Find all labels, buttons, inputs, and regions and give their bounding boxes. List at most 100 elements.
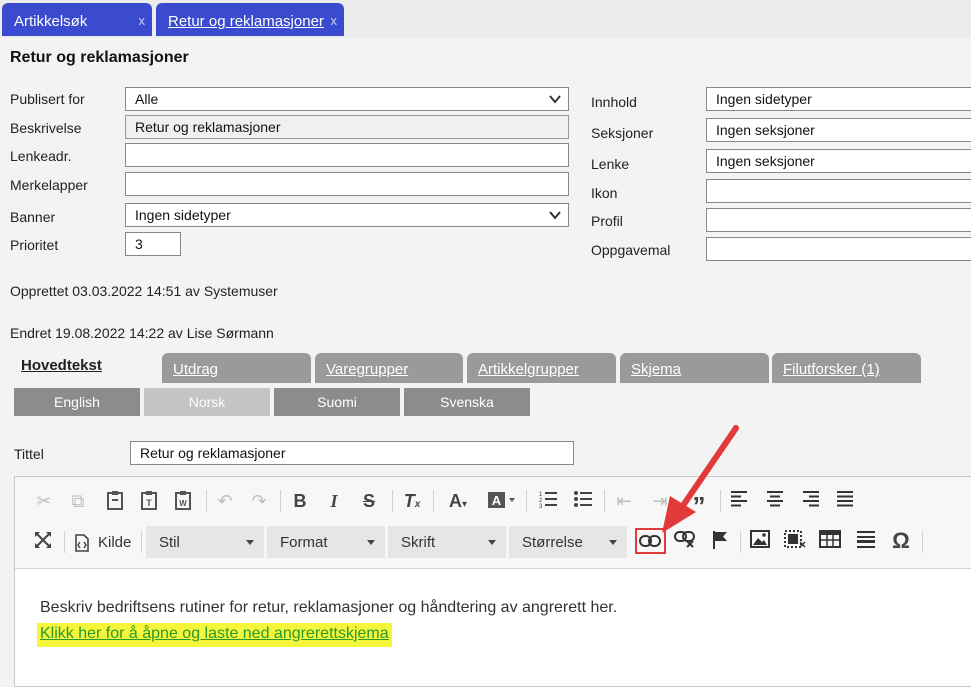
svg-text:3: 3: [539, 504, 543, 509]
ikon-label: Ikon: [591, 185, 618, 201]
size-combo[interactable]: Størrelse: [509, 526, 627, 558]
editor-body-text: Beskriv bedriftsens rutiner for retur, r…: [40, 599, 618, 616]
svg-text:T: T: [146, 498, 152, 508]
toolbar-separator: [206, 490, 207, 512]
innhold-select[interactable]: Ingen sidetyper: [706, 87, 971, 111]
copy-icon[interactable]: ⧉: [66, 489, 90, 513]
text-color-icon[interactable]: A▾: [441, 489, 475, 513]
profil-input[interactable]: [706, 208, 971, 232]
oppgavemal-input[interactable]: [706, 237, 971, 261]
maximize-icon[interactable]: [31, 530, 55, 554]
subtab-label: Varegrupper: [326, 361, 409, 378]
tittel-value: Retur og reklamasjoner: [140, 445, 286, 461]
subtab-varegrupper[interactable]: Varegrupper: [315, 353, 463, 383]
subtab-hovedtekst[interactable]: Hovedtekst: [10, 348, 158, 383]
seksjoner-label: Seksjoner: [591, 125, 654, 141]
background-color-icon[interactable]: A: [485, 489, 519, 513]
lenkeadr-input[interactable]: [125, 143, 569, 167]
bullet-list-icon[interactable]: [571, 489, 595, 513]
size-combo-label: Størrelse: [522, 534, 583, 551]
flash-media-icon[interactable]: [783, 530, 807, 554]
outdent-icon[interactable]: ⇤: [612, 489, 636, 513]
subtab-label: Utdrag: [173, 361, 219, 378]
banner-label: Banner: [10, 209, 56, 225]
changed-info: Endret 19.08.2022 14:22 av Lise Sørmann: [10, 325, 274, 341]
seksjoner-value: Ingen seksjoner: [716, 122, 815, 138]
seksjoner-select[interactable]: Ingen seksjoner: [706, 118, 971, 142]
font-combo[interactable]: Skrift: [388, 526, 506, 558]
subtab-label: Skjema: [631, 361, 682, 378]
svg-text:A: A: [492, 493, 502, 508]
font-combo-label: Skrift: [401, 534, 436, 551]
align-center-icon[interactable]: [763, 489, 787, 513]
lang-english-button[interactable]: English: [14, 388, 140, 416]
innhold-label: Innhold: [591, 94, 637, 110]
italic-icon[interactable]: I: [322, 489, 346, 513]
subtab-label: Artikkelgrupper: [478, 361, 579, 378]
caret-down-icon: [488, 540, 496, 545]
prioritet-input[interactable]: 3: [125, 232, 181, 256]
tab-retur-og-reklamasjoner[interactable]: Retur og reklamasjoner x: [156, 3, 344, 36]
prioritet-value: 3: [135, 236, 143, 252]
caret-down-icon: [246, 540, 254, 545]
bold-icon[interactable]: B: [288, 489, 312, 513]
caret-down-icon: [609, 540, 617, 545]
lang-norsk-button[interactable]: Norsk: [144, 388, 270, 416]
image-icon[interactable]: [748, 530, 772, 554]
banner-select[interactable]: Ingen sidetyper: [125, 203, 569, 227]
lang-suomi-button[interactable]: Suomi: [274, 388, 400, 416]
subtab-artikkelgrupper[interactable]: Artikkelgrupper: [467, 353, 616, 383]
format-combo[interactable]: Format: [267, 526, 385, 558]
tab-artikkelsok[interactable]: Artikkelsøk x: [2, 3, 152, 36]
redo-icon[interactable]: ↷: [247, 489, 271, 513]
style-combo[interactable]: Stil: [146, 526, 264, 558]
tittel-input[interactable]: Retur og reklamasjoner: [130, 441, 574, 465]
table-icon[interactable]: [818, 530, 842, 554]
beskrivelse-label: Beskrivelse: [10, 120, 82, 136]
svg-text:W: W: [179, 499, 187, 508]
chevron-down-icon: [549, 95, 561, 104]
lang-svenska-button[interactable]: Svenska: [404, 388, 530, 416]
subtab-skjema[interactable]: Skjema: [620, 353, 769, 383]
profil-label: Profil: [591, 213, 623, 229]
paste-word-icon[interactable]: W: [171, 489, 195, 513]
tab-close-icon[interactable]: x: [331, 13, 338, 28]
special-character-icon[interactable]: Ω: [889, 529, 913, 553]
lenke-select[interactable]: Ingen seksjoner: [706, 149, 971, 173]
paste-text-icon[interactable]: T: [137, 489, 161, 513]
source-icon: [75, 534, 89, 552]
tittel-label: Tittel: [14, 446, 44, 462]
tab-close-icon[interactable]: x: [139, 13, 146, 28]
beskrivelse-value: Retur og reklamasjoner: [135, 119, 281, 135]
oppgavemal-label: Oppgavemal: [591, 242, 671, 258]
merkelapper-label: Merkelapper: [10, 177, 88, 193]
align-right-icon[interactable]: [798, 489, 822, 513]
ikon-input[interactable]: [706, 179, 971, 203]
caret-down-icon: [367, 540, 375, 545]
source-button[interactable]: Kilde: [72, 531, 136, 555]
numbered-list-icon[interactable]: 123: [536, 489, 560, 513]
subtab-label: Filutforsker (1): [783, 361, 880, 378]
undo-icon[interactable]: ↶: [213, 489, 237, 513]
publisert-for-select[interactable]: Alle: [125, 87, 569, 111]
angrerett-link[interactable]: Klikk her for å åpne og laste ned angrer…: [37, 623, 392, 647]
paste-icon[interactable]: [103, 489, 127, 513]
source-label: Kilde: [98, 534, 132, 551]
strikethrough-icon[interactable]: S: [357, 489, 381, 513]
horizontal-line-icon[interactable]: [854, 530, 878, 554]
remove-format-icon[interactable]: Tx: [400, 489, 424, 513]
toolbar-separator: [526, 490, 527, 512]
lenke-label: Lenke: [591, 156, 630, 172]
publisert-for-value: Alle: [135, 91, 159, 107]
align-justify-icon[interactable]: [833, 489, 857, 513]
subtab-utdrag[interactable]: Utdrag: [162, 353, 311, 383]
cut-icon[interactable]: ✂: [32, 489, 56, 513]
beskrivelse-input[interactable]: Retur og reklamasjoner: [125, 115, 569, 139]
publisert-for-label: Publisert for: [10, 91, 85, 107]
subtab-filutforsker[interactable]: Filutforsker (1): [772, 353, 921, 383]
page-title: Retur og reklamasjoner: [10, 49, 189, 66]
toolbar-separator: [433, 490, 434, 512]
prioritet-label: Prioritet: [10, 237, 59, 253]
toolbar-separator: [922, 531, 923, 553]
merkelapper-input[interactable]: [125, 172, 569, 196]
